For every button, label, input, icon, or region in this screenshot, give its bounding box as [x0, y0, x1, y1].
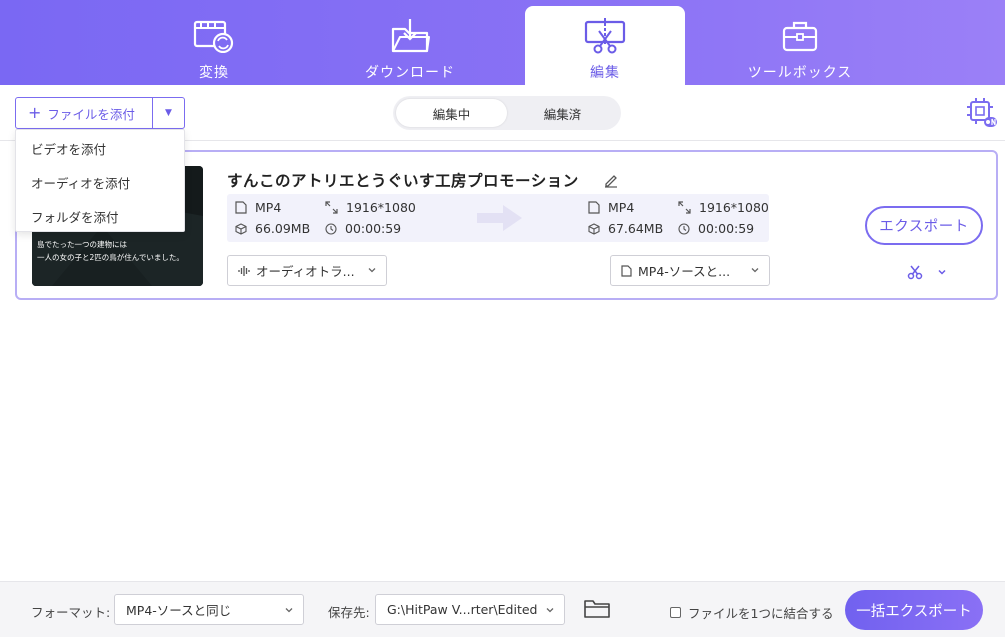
merge-files-label: ファイルを1つに結合する	[688, 606, 834, 621]
export-button[interactable]: エクスポート	[865, 206, 983, 245]
file-info-box: MP4 1916*1080 66.09MB 00:00:59 MP4 1916*…	[227, 194, 769, 242]
bottom-bar: フォーマット: MP4-ソースと同じ 保存先: G:\HitPaw V...rt…	[0, 581, 1005, 637]
merge-files-checkbox[interactable]: ファイルを1つに結合する	[670, 603, 833, 622]
resize-icon	[678, 201, 691, 214]
thumbnail-caption: 島でたった一つの建物には 一人の女の子と2匹の鳥が住んでいました。	[37, 240, 184, 262]
output-size: 67.64MB	[588, 221, 663, 236]
checkbox[interactable]	[670, 607, 681, 618]
chevron-down-icon	[285, 608, 293, 613]
edit-cut-icon	[584, 16, 626, 56]
convert-arrow-icon	[477, 205, 522, 231]
source-resolution: 1916*1080	[325, 200, 416, 215]
output-format-select[interactable]: MP4-ソースと...	[610, 255, 770, 286]
segment-edited[interactable]: 編集済	[507, 99, 618, 127]
cube-icon	[235, 222, 247, 235]
folder-icon[interactable]	[584, 599, 610, 619]
tab-edit[interactable]: 編集	[525, 6, 685, 85]
plus-icon: +	[28, 103, 42, 122]
batch-export-button[interactable]: 一括エクスポート	[845, 590, 983, 630]
caret-down-icon: ▼	[165, 108, 172, 118]
tab-edit-label: 編集	[590, 65, 620, 81]
output-format-value: MP4-ソースと...	[638, 264, 731, 279]
chevron-down-icon[interactable]	[936, 266, 948, 278]
tab-toolbox[interactable]: ツールボックス	[700, 6, 900, 85]
tab-download-label: ダウンロード	[365, 65, 455, 81]
output-resolution: 1916*1080	[678, 200, 769, 215]
menu-item-add-video[interactable]: ビデオを添付	[16, 132, 184, 164]
audio-track-value: オーディオトラ...	[256, 264, 355, 279]
tab-convert-label: 変換	[199, 65, 229, 81]
top-navigation: 変換 ダウンロード 編集 ツールボックス	[0, 0, 1005, 85]
tab-download[interactable]: ダウンロード	[330, 6, 490, 85]
save-location-label: 保存先:	[328, 605, 370, 620]
format-label: フォーマット:	[31, 605, 111, 620]
hardware-acceleration-icon[interactable]	[966, 97, 998, 129]
menu-item-add-folder[interactable]: フォルダを添付	[16, 200, 184, 232]
chevron-down-icon	[546, 608, 554, 613]
edit-status-segment: 編集中 編集済	[393, 96, 621, 130]
save-path-value: G:\HitPaw V...rter\Edited	[387, 602, 538, 617]
file-icon	[588, 201, 600, 214]
audio-track-select[interactable]: オーディオトラ...	[227, 255, 387, 286]
video-convert-icon	[193, 16, 235, 56]
tab-toolbox-label: ツールボックス	[747, 65, 853, 81]
source-duration: 00:00:59	[325, 221, 401, 236]
rename-pencil-icon[interactable]	[603, 172, 619, 188]
add-file-menu: ビデオを添付 オーディオを添付 フォルダを添付	[15, 129, 185, 232]
file-title: すんこのアトリエとうぐいす工房プロモーション	[227, 172, 579, 190]
add-file-dropdown-toggle[interactable]: ▼	[152, 98, 184, 128]
save-location-select[interactable]: G:\HitPaw V...rter\Edited	[375, 594, 565, 625]
segment-editing[interactable]: 編集中	[396, 99, 507, 127]
cube-icon	[588, 222, 600, 235]
add-file-label: ファイルを添付	[47, 106, 135, 122]
scissors-icon[interactable]	[907, 264, 923, 280]
menu-item-add-audio[interactable]: オーディオを添付	[16, 166, 184, 198]
output-duration: 00:00:59	[678, 221, 754, 236]
add-file-button[interactable]: + ファイルを添付	[16, 98, 152, 128]
output-format: MP4	[588, 200, 634, 215]
chevron-down-icon	[368, 268, 376, 273]
tab-convert[interactable]: 変換	[134, 6, 294, 85]
source-size: 66.09MB	[235, 221, 310, 236]
clock-icon	[325, 222, 337, 235]
clock-icon	[678, 222, 690, 235]
add-file-split-button: + ファイルを添付 ▼	[15, 97, 185, 129]
download-folder-icon	[390, 16, 430, 56]
source-format: MP4	[235, 200, 281, 215]
format-select[interactable]: MP4-ソースと同じ	[114, 594, 304, 625]
resize-icon	[325, 201, 338, 214]
audio-wave-icon	[238, 265, 250, 276]
chevron-down-icon	[751, 268, 759, 273]
file-icon	[621, 264, 632, 277]
file-icon	[235, 201, 247, 214]
format-value: MP4-ソースと同じ	[126, 603, 232, 618]
toolbox-icon	[781, 16, 819, 56]
